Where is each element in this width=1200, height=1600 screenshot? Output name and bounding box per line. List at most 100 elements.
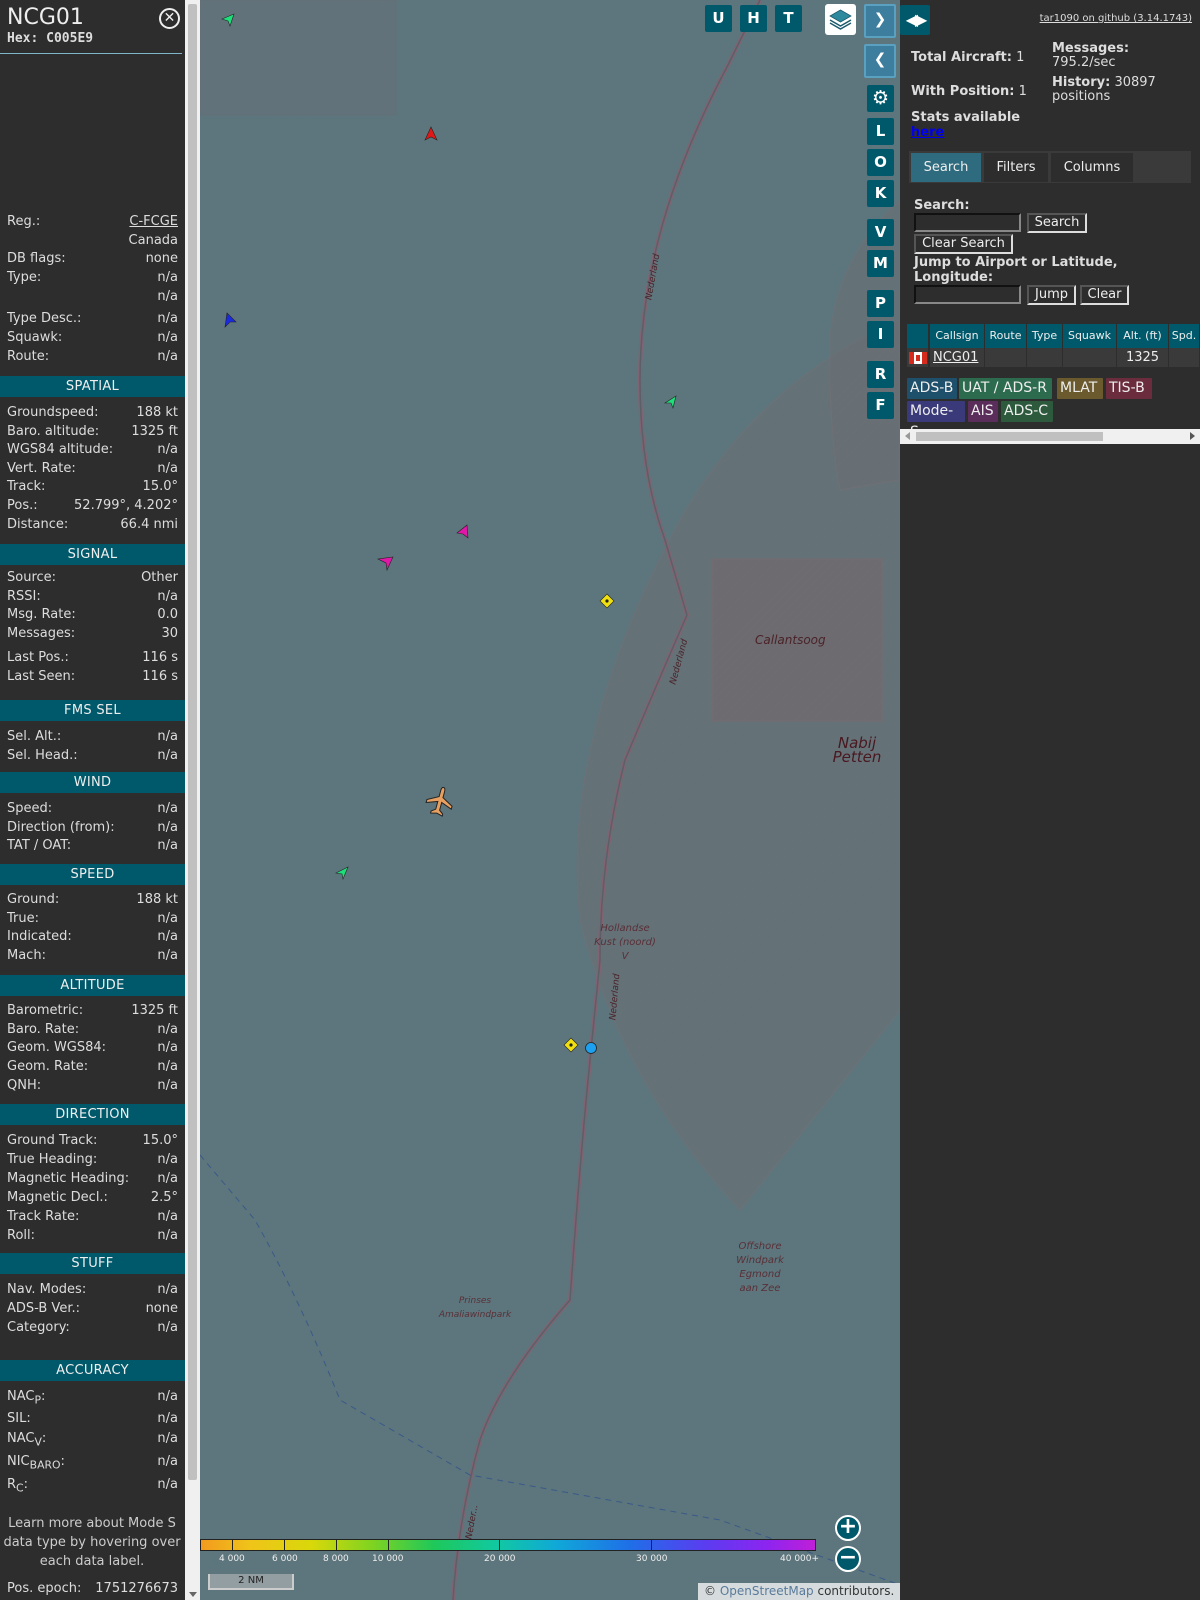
map-option-button-m[interactable]: M (867, 250, 894, 277)
source-badge-mode-s[interactable]: Mode-S (907, 401, 965, 440)
aircraft-marker-red[interactable] (423, 126, 439, 142)
table-cell-alt[interactable]: 1325 (1117, 348, 1169, 367)
table-cell-type[interactable] (1027, 348, 1063, 367)
legend-tick (651, 1539, 652, 1551)
aircraft-marker-green[interactable] (220, 12, 236, 28)
map-option-button-k[interactable]: K (867, 180, 894, 207)
table-header-squawk[interactable]: Squawk (1063, 324, 1117, 348)
legend-tick-label: 40 000+ (780, 1554, 820, 1564)
scroll-down-arrow-icon[interactable] (189, 1592, 197, 1597)
search-input[interactable] (914, 213, 1021, 232)
map-option-button-l[interactable]: L (867, 118, 894, 145)
zoom-out-button[interactable]: − (835, 1546, 861, 1572)
direction-row: Magnetic Decl.: 2.5° (7, 1190, 178, 1205)
table-header-type[interactable]: Type (1027, 324, 1063, 348)
table-cell-spd[interactable] (1169, 348, 1200, 367)
table-cell-callsign[interactable]: NCG01 (930, 348, 985, 367)
signal-row: Msg. Rate: 0.0 (7, 607, 178, 622)
map-toggle-button-h[interactable]: H (740, 5, 767, 32)
hscroll-thumb[interactable] (916, 432, 1103, 441)
openstreetmap-link[interactable]: OpenStreetMap (720, 1584, 814, 1598)
nacv-row: NACV: n/a (7, 1431, 178, 1449)
scroll-left-arrow-icon[interactable] (905, 432, 910, 440)
map-option-button-r[interactable]: R (867, 361, 894, 388)
source-badge-tis-b[interactable]: TIS-B (1106, 378, 1152, 399)
history-stat: History: 30897 positions (1052, 75, 1156, 104)
map-toggle-button-t[interactable]: T (775, 5, 802, 32)
pos-epoch-row: Pos. epoch: 1751276673 (7, 1581, 178, 1596)
map-option-button-o[interactable]: O (867, 149, 894, 176)
tab-search[interactable]: Search (911, 153, 981, 182)
table-header-route[interactable]: Route (985, 324, 1027, 348)
search-label: Search: (914, 198, 970, 213)
table-horizontal-scrollbar[interactable] (900, 429, 1200, 444)
aircraft-marker-magenta[interactable] (455, 524, 471, 540)
source-badge-mlat[interactable]: MLAT (1057, 378, 1103, 399)
close-icon[interactable]: ✕ (159, 8, 180, 29)
table-cell-route[interactable] (985, 348, 1027, 367)
direction-row: Roll: n/a (7, 1228, 178, 1243)
section-header-fms: FMS SEL (0, 700, 185, 721)
map-label-nabij-petten: Nabij Petten (832, 734, 882, 766)
map-option-button-v[interactable]: V (867, 219, 894, 246)
layers-button[interactable] (825, 4, 856, 35)
table-header-alt-ft[interactable]: Alt. (ft) (1117, 324, 1169, 348)
type-desc-row: Type Desc.: n/a (7, 311, 178, 326)
collapse-sidebar-button[interactable]: ❮ (864, 44, 896, 78)
jump-input[interactable] (914, 285, 1021, 304)
section-header-accuracy: ACCURACY (0, 1360, 185, 1381)
expand-sidebar-button[interactable]: ❯ (864, 4, 896, 38)
toggle-sidebar-width-button[interactable]: ◀▶ (900, 5, 930, 35)
aircraft-marker-magenta-2[interactable] (377, 555, 395, 571)
search-button[interactable]: Search (1027, 213, 1087, 233)
source-badge-ads-c[interactable]: ADS-C (1001, 401, 1053, 422)
scrollbar-thumb[interactable] (188, 4, 197, 1480)
table-cell-squawk[interactable] (1063, 348, 1117, 367)
stuff-row: Category: n/a (7, 1320, 178, 1335)
info-panel-scrollbar[interactable] (185, 0, 200, 1600)
stats-here-link[interactable]: here (911, 125, 944, 140)
settings-button[interactable]: ⚙ (867, 85, 894, 112)
altitude-row: Geom. Rate: n/a (7, 1059, 178, 1074)
source-badge-ais[interactable]: AIS (968, 401, 998, 422)
table-header-spd[interactable]: Spd. (1169, 324, 1200, 348)
selected-hex: Hex: C005E9 (7, 31, 94, 46)
clear-button[interactable]: Clear (1080, 285, 1129, 305)
selected-aircraft-airplane-icon[interactable] (424, 785, 456, 817)
tab-columns[interactable]: Columns (1051, 153, 1133, 182)
registration-link[interactable]: C-FCGE (129, 214, 178, 229)
signal-row: Last Pos.: 116 s (7, 650, 178, 665)
spatial-row: WGS84 altitude: n/a (7, 442, 178, 457)
type-row: Type: n/a (7, 270, 178, 285)
source-badge-uat-ads-r[interactable]: UAT / ADS-R (959, 378, 1052, 399)
jump-button[interactable]: Jump (1027, 285, 1076, 305)
zoom-in-button[interactable]: + (835, 1515, 861, 1541)
version-link[interactable]: tar1090 on github (3.14.1743) (1040, 13, 1192, 24)
map-option-button-i[interactable]: I (867, 321, 894, 348)
map-toggle-button-u[interactable]: U (705, 5, 732, 32)
signal-row: Messages: 30 (7, 626, 178, 641)
tab-filters[interactable]: Filters (984, 153, 1048, 182)
ground-vehicle-marker[interactable] (599, 593, 615, 609)
source-badge-ads-b[interactable]: ADS-B (907, 378, 957, 399)
wind-row: Direction (from): n/a (7, 820, 178, 835)
ground-vehicle-marker-2[interactable] (563, 1037, 579, 1053)
clear-search-button[interactable]: Clear Search (914, 234, 1013, 254)
aircraft-marker-green-3[interactable] (334, 865, 350, 881)
map-view[interactable]: Nederland Nederland Nederland Neder... C… (200, 0, 900, 1600)
map-option-button-f[interactable]: F (867, 392, 894, 419)
speed-row: True: n/a (7, 911, 178, 926)
reg-row: Reg.: C-FCGE (7, 214, 178, 229)
altitude-row: QNH: n/a (7, 1078, 178, 1093)
aircraft-marker-green-2[interactable] (663, 394, 679, 410)
photo-area (0, 55, 182, 205)
scroll-right-arrow-icon[interactable] (1190, 432, 1195, 440)
aircraft-marker-blue[interactable] (222, 312, 238, 328)
aircraft-info-panel: NCG01 Hex: C005E9 ✕ Reg.: C-FCGE Canada D… (0, 0, 185, 1600)
gear-icon: ⚙ (871, 87, 890, 109)
map-option-button-p[interactable]: P (867, 290, 894, 317)
signal-row: Last Seen: 116 s (7, 669, 178, 684)
sil-row: SIL: n/a (7, 1411, 178, 1426)
legend-tick-label: 10 000 (372, 1554, 404, 1564)
table-header-callsign[interactable]: Callsign (930, 324, 985, 348)
